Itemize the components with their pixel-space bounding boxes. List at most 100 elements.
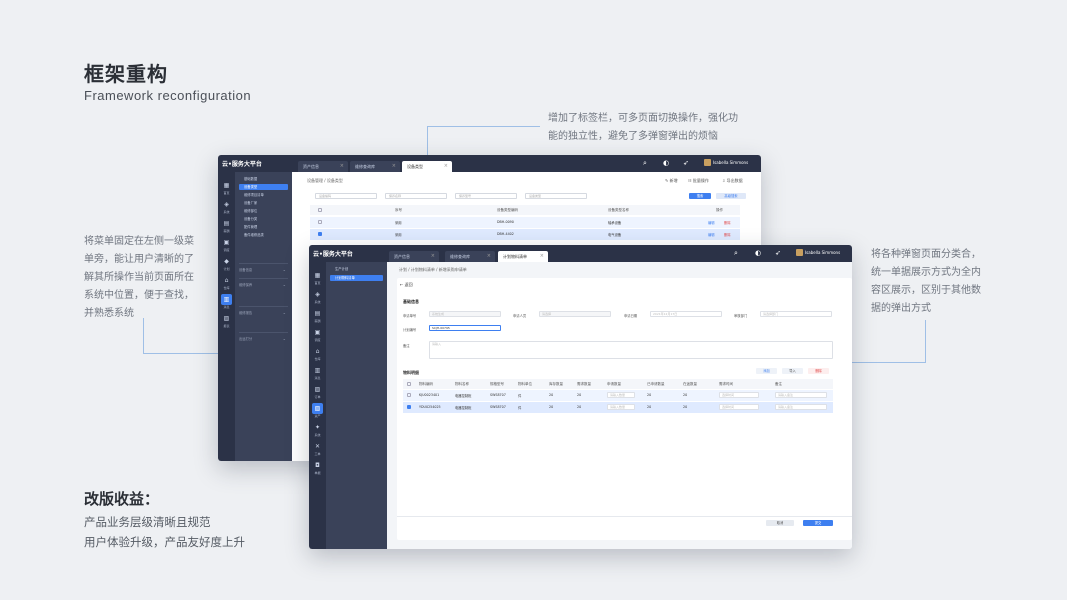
apply-qty-input[interactable]: 请输入数量 <box>607 392 635 398</box>
tools-icon[interactable]: ✕ 工单 <box>312 441 323 456</box>
add-material-button[interactable]: 添加 <box>756 368 777 374</box>
warehouse-icon[interactable]: ⌂ 仓库 <box>312 346 323 361</box>
applicant-select[interactable]: 请选择 <box>539 311 611 317</box>
select-all-checkbox[interactable] <box>407 382 411 386</box>
batch-button[interactable]: ☷ 批量操作 <box>688 178 709 184</box>
plan-icon[interactable]: ◆ 计划 <box>221 256 232 271</box>
back-button[interactable]: ← 返回 <box>400 282 413 288</box>
search-button[interactable]: 搜索 <box>689 193 711 199</box>
delete-button[interactable]: 删除 <box>724 232 731 237</box>
add-button[interactable]: ✎ 新增 <box>665 178 678 184</box>
filter-type[interactable]: 设备类型 <box>525 193 587 199</box>
remark-input[interactable]: 请输入备注 <box>775 392 827 398</box>
table-row[interactable]: KJU0023401 电器控制柜 SWS8707 件 20 20 请输入数量 2… <box>403 390 833 401</box>
menu-group-title[interactable]: 基础数据 <box>239 176 288 182</box>
tab-repair-query[interactable]: 维修查询库 × <box>445 251 495 262</box>
system-icon[interactable]: ◈ 系统 <box>312 289 323 304</box>
warehouse-icon[interactable]: ⌂ 仓库 <box>221 275 232 290</box>
order-icon[interactable]: ▨ 订单 <box>312 384 323 399</box>
menu-group[interactable]: 出运打分 ⌄ <box>239 332 288 342</box>
menu-item[interactable]: 设备分类 <box>239 216 288 222</box>
tab-label: 资产信息 <box>394 254 410 259</box>
apply-qty-input[interactable]: 请输入数量 <box>607 404 635 410</box>
close-icon[interactable]: × <box>431 251 435 262</box>
home-icon[interactable]: ▦ 首页 <box>221 180 232 195</box>
table-row[interactable]: 采用 DBH-4402 电气设备 编辑 删除 <box>310 229 740 240</box>
menu-item-device-type[interactable]: 设备类型 <box>239 184 288 190</box>
menu-item-plan-material[interactable]: 计划物料清单 <box>330 275 383 281</box>
row-checkbox[interactable] <box>318 220 322 224</box>
salary-icon[interactable]: ▤ 薪酬 <box>221 218 232 233</box>
remark-textarea[interactable]: 请输入 <box>429 341 833 359</box>
tab-asset-info[interactable]: 资产信息 × <box>389 251 439 262</box>
cell-type: 电气设备 <box>608 233 622 237</box>
menu-group[interactable]: 维修保养 ⌄ <box>239 278 288 288</box>
menu-note-line: 单旁，能让用户清晰的了 <box>84 254 194 265</box>
close-icon[interactable]: × <box>487 251 491 262</box>
message-icon[interactable]: ▥ 消息 <box>221 294 232 309</box>
filter-model[interactable]: 保养型号 <box>455 193 517 199</box>
rail-label: 订单 <box>314 395 321 399</box>
report-icon[interactable]: ▨ 报表 <box>221 313 232 328</box>
menu-item[interactable]: 维修部位 <box>239 208 288 214</box>
dispatch-icon[interactable]: ▣ 调度 <box>221 237 232 252</box>
order-number-field[interactable]: 系统生成 <box>429 311 501 317</box>
remark-input[interactable]: 请输入备注 <box>775 404 827 410</box>
menu-item[interactable]: 生产计划 <box>330 266 383 272</box>
menu-item[interactable]: 备件维修品类 <box>239 232 288 238</box>
close-icon[interactable]: × <box>392 161 396 172</box>
row-checkbox[interactable] <box>407 405 411 409</box>
settings-icon[interactable]: ✦ 系统 <box>312 422 323 437</box>
tab-asset-info[interactable]: 资产信息 × <box>298 161 348 172</box>
rocket-icon[interactable]: ➶ <box>683 159 689 167</box>
advanced-search-button[interactable]: 高级搜索 <box>716 193 746 199</box>
salary-icon[interactable]: ▤ 薪酬 <box>312 308 323 323</box>
system-icon[interactable]: ◈ 系统 <box>221 199 232 214</box>
tab-device-type[interactable]: 设备类型 × <box>402 161 452 172</box>
delete-button[interactable]: 删除 <box>724 220 731 225</box>
edit-button[interactable]: 编辑 <box>708 232 715 237</box>
user-name[interactable]: Isabella Simmons <box>805 250 840 255</box>
search-icon[interactable]: ⌕ <box>734 249 738 258</box>
close-icon[interactable]: × <box>540 251 544 262</box>
delete-material-button[interactable]: 删除 <box>808 368 829 374</box>
submit-button[interactable]: 提交 <box>803 520 833 526</box>
menu-item[interactable]: 维修项目清单 <box>239 192 288 198</box>
apply-date-field[interactable]: 2021年12月17日 <box>650 311 722 317</box>
table-row[interactable]: YDU0254025 电器控制柜 SWS8707 件 20 20 请输入数量 2… <box>403 402 833 413</box>
date-picker[interactable]: 选择时间 <box>719 404 759 410</box>
theme-icon[interactable]: ◐ <box>755 249 761 257</box>
cancel-button[interactable]: 取消 <box>766 520 794 526</box>
avatar[interactable] <box>796 249 803 256</box>
import-button[interactable]: 导入 <box>782 368 803 374</box>
message-icon[interactable]: ▥ 消息 <box>312 365 323 380</box>
table-row[interactable]: 采用 DBH-0090 轴承设备 编辑 删除 <box>310 217 740 228</box>
rocket-icon[interactable]: ➶ <box>775 249 781 257</box>
select-all-checkbox[interactable] <box>318 208 322 212</box>
menu-item[interactable]: 设备厂家 <box>239 200 288 206</box>
filter-code[interactable]: 设备编码 <box>315 193 377 199</box>
menu-group[interactable]: 维修报告 ⌄ <box>239 306 288 316</box>
tab-plan-material[interactable]: 计划物料清单 × <box>498 251 548 262</box>
avatar[interactable] <box>704 159 711 166</box>
filter-name[interactable]: 保养名称 <box>385 193 447 199</box>
dispatch-icon[interactable]: ▣ 调度 <box>312 327 323 342</box>
asset-icon[interactable]: ▧ 资产 <box>312 403 323 418</box>
menu-item[interactable]: 配件管理 <box>239 224 288 230</box>
row-checkbox[interactable] <box>407 393 411 397</box>
department-select[interactable]: 请选择部门 <box>760 311 832 317</box>
date-picker[interactable]: 选择时间 <box>719 392 759 398</box>
row-checkbox[interactable] <box>318 232 322 236</box>
search-icon[interactable]: ⌕ <box>643 159 647 168</box>
export-button[interactable]: ⇩ 导出数据 <box>722 178 743 184</box>
tab-repair-query[interactable]: 维修查询库 × <box>350 161 400 172</box>
edit-button[interactable]: 编辑 <box>708 220 715 225</box>
close-icon[interactable]: × <box>340 161 344 172</box>
theme-icon[interactable]: ◐ <box>663 159 669 167</box>
shield-icon[interactable]: ◘ 单据 <box>312 460 323 475</box>
menu-group[interactable]: 设备信息 ⌄ <box>239 263 288 273</box>
user-name[interactable]: Isabella Simmons <box>713 160 748 165</box>
plan-number-select[interactable]: SCJH-00795 <box>429 325 501 331</box>
close-icon[interactable]: × <box>444 161 448 172</box>
home-icon[interactable]: ▦ 首页 <box>312 270 323 285</box>
